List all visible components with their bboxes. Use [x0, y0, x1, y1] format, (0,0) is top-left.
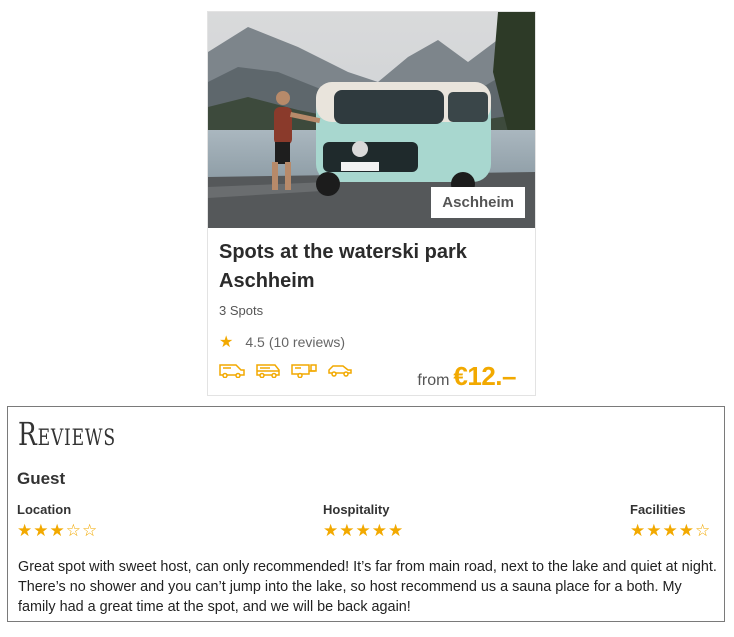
star-filled-icon: ★ [662, 521, 679, 540]
rating: ★ 4.5 (10 reviews) [219, 332, 345, 352]
rating-reviews: (10 reviews) [268, 334, 346, 350]
star-filled-icon: ★ [355, 521, 372, 540]
category-hospitality: Hospitality ★★★★★ [323, 502, 404, 541]
price: from €12.– [417, 361, 516, 392]
location-tag: Aschheim [431, 187, 525, 218]
star-filled-icon: ★ [49, 521, 66, 540]
price-amount: €12.– [453, 361, 516, 391]
category-location: Location ★★★☆☆ [17, 502, 98, 541]
star-filled-icon: ★ [371, 521, 388, 540]
category-facilities: Facilities ★★★★☆ [630, 502, 711, 541]
star-filled-icon: ★ [678, 521, 695, 540]
star-empty-icon: ☆ [82, 521, 99, 540]
review-text: Great spot with sweet host, can only rec… [18, 559, 717, 615]
star-filled-icon: ★ [646, 521, 663, 540]
star-filled-icon: ★ [630, 521, 647, 540]
star-rating: ★★★★★ [323, 521, 404, 541]
star-filled-icon: ★ [323, 521, 340, 540]
campervan-icon [256, 364, 280, 378]
spot-photo[interactable]: Aschheim [208, 12, 535, 228]
star-filled-icon: ★ [17, 521, 34, 540]
star-rating: ★★★☆☆ [17, 521, 98, 541]
star-rating: ★★★★☆ [630, 521, 711, 541]
star-empty-icon: ☆ [695, 521, 712, 540]
star-filled-icon: ★ [388, 521, 405, 540]
category-label: Facilities [630, 502, 686, 517]
star-filled-icon: ★ [339, 521, 356, 540]
category-label: Hospitality [323, 502, 390, 517]
reviews-panel: Reviews Guest Location ★★★☆☆ Hospitality… [7, 406, 725, 622]
rating-value: 4.5 [245, 334, 265, 350]
price-prefix: from [417, 372, 450, 389]
caravan-icon [291, 364, 317, 378]
motorhome-icon [219, 364, 245, 378]
vehicle-types [219, 362, 353, 378]
spot-count: 3 Spots [219, 303, 264, 318]
car-icon [328, 365, 352, 377]
star-icon: ★ [219, 334, 234, 351]
reviewer-name: Guest [17, 469, 66, 488]
spot-title[interactable]: Spots at the waterski park Aschheim [219, 238, 499, 296]
star-empty-icon: ☆ [65, 521, 82, 540]
star-filled-icon: ★ [33, 521, 50, 540]
spot-card[interactable]: Aschheim Spots at the waterski park Asch… [207, 11, 536, 396]
category-label: Location [17, 502, 72, 517]
reviews-heading: Reviews [18, 415, 116, 453]
